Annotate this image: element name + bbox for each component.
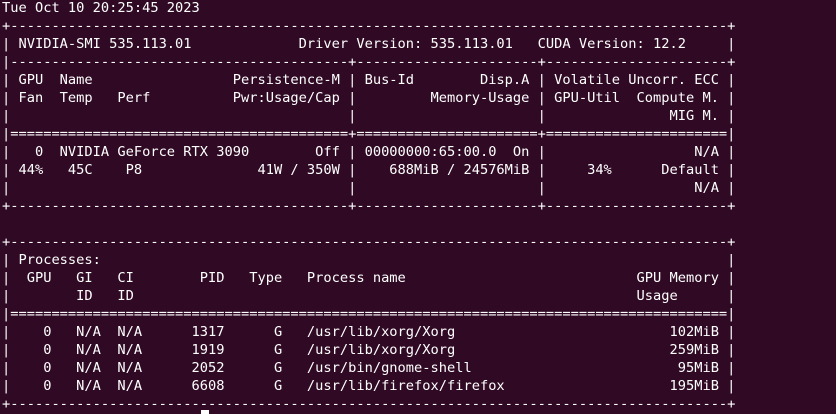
table-divider: |---------------------------------------… [2,54,736,70]
processes-border-bottom: +---------------------------------------… [2,396,736,412]
timestamp-line: Tue Oct 10 20:25:45 2023 [2,0,200,16]
gpu-column-headers-2: | Fan Temp Perf Pwr:Usage/Cap | Memory-U… [2,90,736,106]
process-row: | 0 N/A N/A 6608 G /usr/lib/firefox/fire… [2,378,736,394]
smi-version-header: | NVIDIA-SMI 535.113.01 Driver Version: … [2,36,736,52]
gpu-column-headers-3: | | | MIG M. | [2,108,736,124]
processes-title: | Processes: | [2,252,736,268]
gpu-row-2: | 44% 45C P8 41W / 350W | 688MiB / 24576… [2,162,736,178]
process-row: | 0 N/A N/A 1317 G /usr/lib/xorg/Xorg 10… [2,324,736,340]
processes-border-top: +---------------------------------------… [2,234,736,250]
processes-column-headers-1: | GPU GI CI PID Type Process name GPU Me… [2,270,736,286]
gpu-column-headers-1: | GPU Name Persistence-M | Bus-Id Disp.A… [2,72,736,88]
text-cursor [201,410,209,414]
table-header-divider: |=======================================… [2,126,736,142]
process-row: | 0 N/A N/A 2052 G /usr/bin/gnome-shell … [2,360,736,376]
processes-header-divider: |=======================================… [2,306,736,322]
terminal-output: Tue Oct 10 20:25:45 2023 +---------------… [2,0,735,413]
process-row: | 0 N/A N/A 1919 G /usr/lib/xorg/Xorg 25… [2,342,736,358]
processes-column-headers-2: | ID ID Usage | [2,288,736,304]
terminal-window[interactable]: Tue Oct 10 20:25:45 2023 +---------------… [0,0,836,414]
gpu-row-1: | 0 NVIDIA GeForce RTX 3090 Off | 000000… [2,144,736,160]
table-border-top: +---------------------------------------… [2,18,736,34]
gpu-row-3: | | | N/A | [2,180,736,196]
table-border-bottom: +---------------------------------------… [2,198,736,214]
